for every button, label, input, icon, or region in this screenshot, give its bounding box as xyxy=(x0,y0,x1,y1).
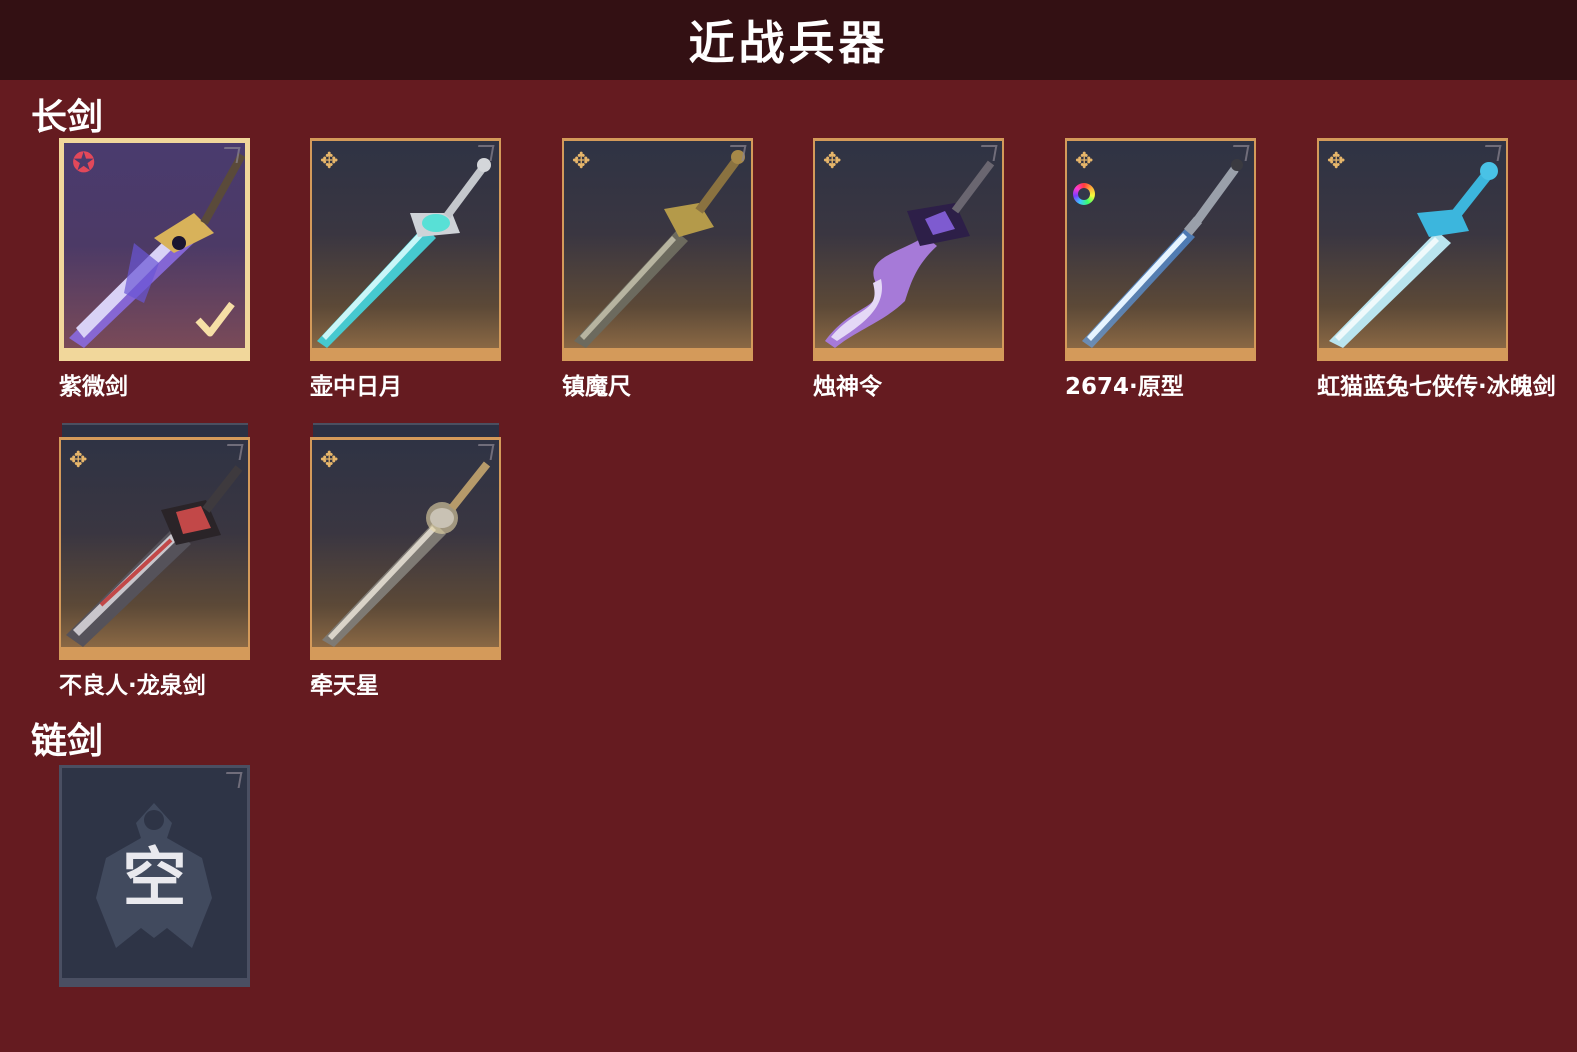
header-bar: 近战兵器 xyxy=(0,0,1577,80)
weapon-card-2[interactable]: ✥ 镇魔尺 xyxy=(562,138,753,401)
corner-tag-icon xyxy=(223,772,243,788)
weapon-art xyxy=(66,465,243,647)
corner-tag-icon xyxy=(475,444,495,460)
gold-shuriken-icon: ✥ xyxy=(320,448,339,473)
gold-shuriken-icon: ✥ xyxy=(1075,149,1094,174)
gold-shuriken-icon: ✥ xyxy=(69,448,88,473)
checkmark-icon xyxy=(195,301,235,337)
corner-tag-icon xyxy=(475,145,495,161)
weapon-name: 紫微剑 xyxy=(59,374,128,400)
weapon-name: 不良人·龙泉剑 xyxy=(59,673,206,699)
corner-tag-icon xyxy=(1482,145,1502,161)
corner-tag-icon xyxy=(978,145,998,161)
weapon-card-7[interactable]: ✥ 牵天星 xyxy=(310,423,501,700)
weapon-card-frame: ✥ xyxy=(310,437,501,660)
corner-tag-icon xyxy=(1230,145,1250,161)
weapon-card-1[interactable]: ✥ 壶中日月 xyxy=(310,138,501,401)
gold-shuriken-icon: ✥ xyxy=(320,149,339,174)
weapon-art xyxy=(574,150,745,348)
corner-tag-icon xyxy=(224,444,244,460)
weapon-name: 镇魔尺 xyxy=(562,374,631,400)
weapon-art xyxy=(317,158,491,348)
gold-shuriken-icon: ✥ xyxy=(1327,149,1346,174)
weapon-name: 烛神令 xyxy=(813,374,882,400)
stack-indicator xyxy=(62,423,248,437)
weapon-name: 牵天星 xyxy=(310,673,379,699)
weapon-card-frame: ✥ xyxy=(1065,138,1256,361)
weapon-art xyxy=(1082,159,1243,348)
weapon-card-5[interactable]: ✥ 虹猫蓝兔七侠传·冰魄剑 xyxy=(1317,138,1556,401)
section-title-longsword: 长剑 xyxy=(31,97,104,138)
weapon-card-3[interactable]: ✥ 烛神令 xyxy=(813,138,1004,401)
gold-shuriken-icon: ✥ xyxy=(823,149,842,174)
weapon-art xyxy=(1329,162,1498,348)
weapon-card-frame: ✥ xyxy=(813,138,1004,361)
weapon-card-4[interactable]: ✥ 2674·原型 xyxy=(1065,138,1256,401)
weapon-card-frame: ✥ xyxy=(310,138,501,361)
weapon-card-frame: ✪ xyxy=(59,138,250,361)
weapon-art xyxy=(322,461,491,647)
weapon-name: 2674·原型 xyxy=(1065,374,1184,400)
weapon-card-frame: ✥ xyxy=(59,437,250,660)
empty-weapon-slot[interactable]: 空 xyxy=(59,765,250,987)
section-title-chain-sword: 链剑 xyxy=(31,721,104,762)
corner-tag-icon xyxy=(727,145,747,161)
weapon-name: 虹猫蓝兔七侠传·冰魄剑 xyxy=(1317,374,1556,400)
corner-tag-icon xyxy=(221,147,241,163)
weapon-card-frame: ✥ xyxy=(562,138,753,361)
weapon-name: 壶中日月 xyxy=(310,374,402,400)
empty-slot-frame: 空 xyxy=(59,765,250,987)
gold-shuriken-icon: ✥ xyxy=(572,149,591,174)
weapon-card-frame: ✥ xyxy=(1317,138,1508,361)
weapon-card-0[interactable]: ✪ 紫微剑 xyxy=(59,138,250,401)
dye-color-ring-icon xyxy=(1073,183,1095,205)
red-star-icon: ✪ xyxy=(72,146,96,179)
page-title: 近战兵器 xyxy=(688,16,889,70)
stack-indicator xyxy=(313,423,499,437)
weapon-art xyxy=(825,160,995,348)
weapon-card-6[interactable]: ✥ 不良人·龙泉剑 xyxy=(59,423,250,700)
empty-slot-label: 空 xyxy=(122,842,187,916)
